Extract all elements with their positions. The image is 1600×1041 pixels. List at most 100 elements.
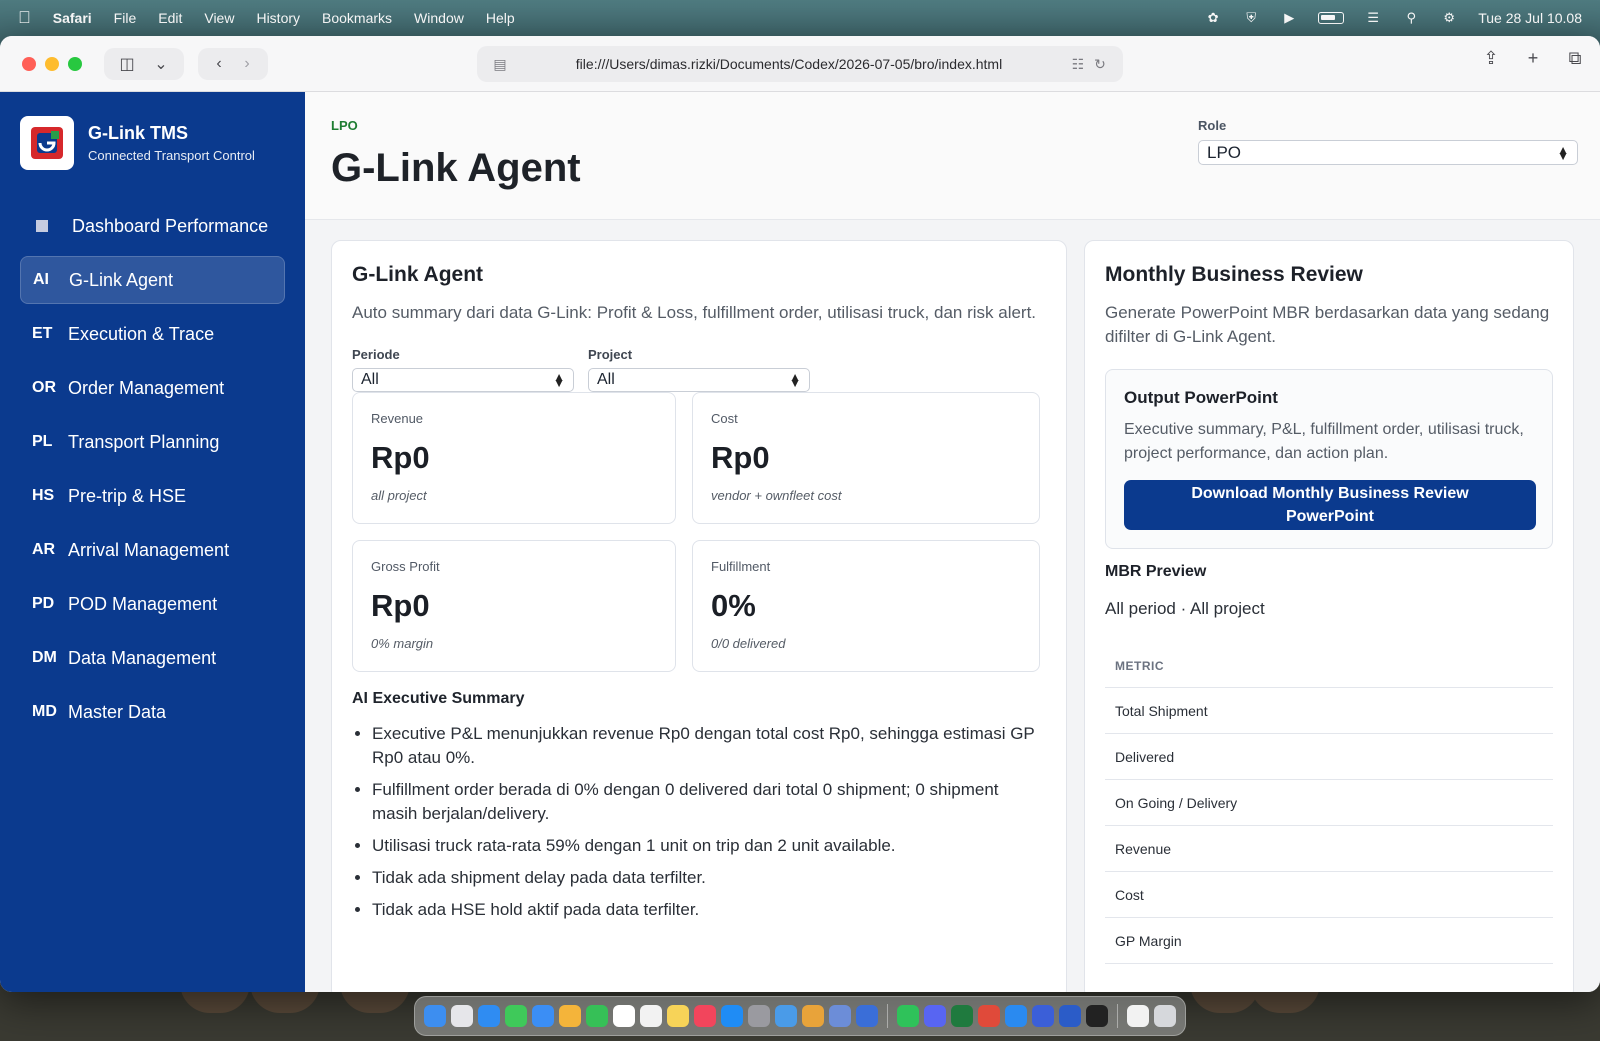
sidebar-item-pretrip-hse[interactable]: HS Pre-trip & HSE <box>20 472 285 520</box>
app-icon[interactable] <box>1005 1005 1027 1027</box>
calendar-icon[interactable] <box>613 1005 635 1027</box>
periode-select[interactable]: All ▲ ▼ <box>352 368 574 392</box>
safari-icon[interactable] <box>478 1005 500 1027</box>
tab-overview-icon[interactable]: ⧉ <box>1564 48 1586 68</box>
notes-icon[interactable] <box>667 1005 689 1027</box>
table-cell: GP Margin <box>1105 917 1553 964</box>
chrome-icon[interactable] <box>802 1005 824 1027</box>
select-arrows-icon: ▲ ▼ <box>1557 142 1569 163</box>
role-label: Role <box>1198 118 1227 133</box>
sidebar-item-data-management[interactable]: DM Data Management <box>20 634 285 682</box>
music-icon[interactable] <box>694 1005 716 1027</box>
shield-menu-icon[interactable]: ⛨ <box>1242 10 1260 25</box>
terminal-icon[interactable] <box>1086 1005 1108 1027</box>
menu-app-name[interactable]: Safari <box>53 10 92 26</box>
chevron-down-icon[interactable]: ⌄ <box>150 54 172 74</box>
page-header: LPO G-Link Agent Role LPO ▲ ▼ <box>305 92 1600 220</box>
app-icon[interactable] <box>978 1005 1000 1027</box>
reminders-icon[interactable] <box>640 1005 662 1027</box>
close-window-button[interactable] <box>22 56 36 71</box>
sidebar-item-code: ET <box>32 325 53 342</box>
reload-icon[interactable]: ↻ <box>1089 56 1111 73</box>
dock-separator <box>887 1004 888 1028</box>
minimize-window-button[interactable] <box>45 56 59 71</box>
address-bar[interactable]: ▤ file:///Users/dimas.rizki/Documents/Co… <box>477 46 1123 82</box>
project-filter: Project All ▲ ▼ <box>588 347 810 392</box>
zoom-window-button[interactable] <box>68 56 82 71</box>
sidebar-item-label: Execution & Trace <box>68 323 215 344</box>
glink-logo <box>20 116 74 170</box>
sidebar-item-order-management[interactable]: OR Order Management <box>20 364 285 412</box>
menu-file[interactable]: File <box>114 10 137 26</box>
forward-icon[interactable]: › <box>236 54 258 74</box>
menu-help[interactable]: Help <box>486 10 515 26</box>
app-container: G-Link TMS Connected Transport Control D… <box>0 92 1600 992</box>
finder-icon[interactable] <box>424 1005 446 1027</box>
photos-icon[interactable] <box>559 1005 581 1027</box>
sidebar-item-execution-trace[interactable]: ET Execution & Trace <box>20 310 285 358</box>
app-icon[interactable] <box>924 1005 946 1027</box>
mbr-preview-title: MBR Preview <box>1105 563 1207 580</box>
ai-summary-list: Executive P&L menunjukkan revenue Rp0 de… <box>352 722 1046 922</box>
share-icon[interactable]: ⇪ <box>1480 48 1502 68</box>
mbr-metric-table: METRIC Total Shipment Delivered On Going… <box>1105 659 1553 964</box>
battery-icon[interactable] <box>1318 12 1345 24</box>
system-settings-icon[interactable] <box>748 1005 770 1027</box>
back-icon[interactable]: ‹ <box>208 54 230 74</box>
brand: G-Link TMS Connected Transport Control <box>20 116 285 170</box>
excel-icon[interactable] <box>951 1005 973 1027</box>
wifi-icon[interactable]: ☰ <box>1364 10 1382 25</box>
document-icon[interactable] <box>1127 1005 1149 1027</box>
sidebar-toggle-group: ◫ ⌄ <box>104 47 184 80</box>
metric-value: Rp0 <box>371 440 430 475</box>
spotlight-icon[interactable]: ⚲ <box>1402 10 1420 25</box>
filters: Periode All ▲ ▼ Project All ▲ ▼ <box>352 347 1046 392</box>
menu-window[interactable]: Window <box>414 10 464 26</box>
sidebar-item-code: DM <box>32 649 57 666</box>
menu-bookmarks[interactable]: Bookmarks <box>322 10 392 26</box>
download-mbr-button[interactable]: Download Monthly Business Review PowerPo… <box>1124 480 1536 530</box>
sidebar-item-transport-planning[interactable]: PL Transport Planning <box>20 418 285 466</box>
app-store-icon[interactable] <box>721 1005 743 1027</box>
menubar-datetime[interactable]: Tue 28 Jul 10.08 <box>1478 10 1582 26</box>
menu-edit[interactable]: Edit <box>158 10 182 26</box>
new-tab-icon[interactable]: + <box>1522 48 1544 68</box>
chatgpt-icon[interactable]: ✿ <box>1204 10 1222 25</box>
play-icon[interactable]: ▶ <box>1280 10 1298 25</box>
output-powerpoint-box: Output PowerPoint Executive summary, P&L… <box>1105 369 1553 549</box>
app-icon[interactable] <box>829 1005 851 1027</box>
app-icon[interactable] <box>775 1005 797 1027</box>
control-center-icon[interactable]: ⚙ <box>1440 10 1458 25</box>
mail-icon[interactable] <box>532 1005 554 1027</box>
app-icon[interactable] <box>856 1005 878 1027</box>
translate-icon[interactable]: ☷ <box>1067 56 1089 73</box>
role-select[interactable]: LPO ▲ ▼ <box>1198 140 1578 165</box>
messages-icon[interactable] <box>505 1005 527 1027</box>
url-text[interactable]: file:///Users/dimas.rizki/Documents/Code… <box>511 56 1067 72</box>
project-select-value: All <box>597 371 615 388</box>
project-select[interactable]: All ▲ ▼ <box>588 368 810 392</box>
sidebar-item-code: AI <box>33 271 49 288</box>
sidebar-item-dashboard-performance[interactable]: Dashboard Performance <box>20 202 285 250</box>
sidebar-item-glink-agent[interactable]: AI G-Link Agent <box>20 256 285 304</box>
menu-bar:  Safari File Edit View History Bookmark… <box>0 0 1600 36</box>
sidebar-item-master-data[interactable]: MD Master Data <box>20 688 285 736</box>
sidebar-item-arrival-management[interactable]: AR Arrival Management <box>20 526 285 574</box>
whatsapp-icon[interactable] <box>897 1005 919 1027</box>
page-menu-icon[interactable]: ▤ <box>489 56 511 73</box>
menu-history[interactable]: History <box>256 10 300 26</box>
sidebar-toggle-icon[interactable]: ◫ <box>116 54 138 74</box>
app-icon[interactable] <box>1032 1005 1054 1027</box>
sidebar-item-label: Data Management <box>68 647 217 668</box>
facetime-icon[interactable] <box>586 1005 608 1027</box>
table-row: On Going / Delivery <box>1105 779 1553 826</box>
trash-icon[interactable] <box>1154 1005 1176 1027</box>
word-icon[interactable] <box>1059 1005 1081 1027</box>
launchpad-icon[interactable] <box>451 1005 473 1027</box>
table-header-metric: METRIC <box>1105 659 1553 688</box>
sidebar-item-pod-management[interactable]: PD POD Management <box>20 580 285 628</box>
project-label: Project <box>588 347 633 362</box>
menu-view[interactable]: View <box>204 10 234 26</box>
apple-icon[interactable]:  <box>18 8 31 28</box>
brand-subtitle: Connected Transport Control <box>88 148 255 163</box>
